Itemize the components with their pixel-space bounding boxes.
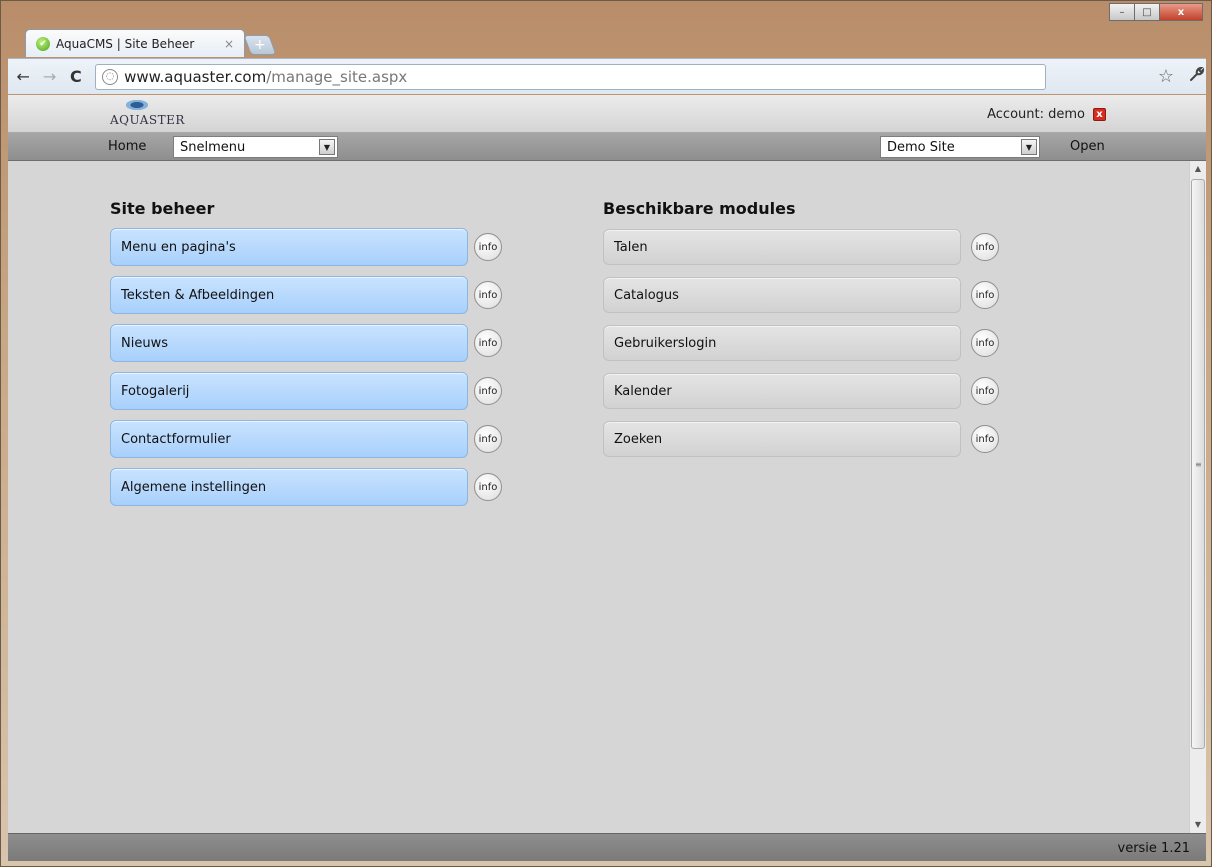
- grip-icon: ≡: [1195, 460, 1202, 469]
- quick-menu-select[interactable]: Snelmenu ▼: [173, 136, 338, 158]
- browser-tab[interactable]: ✔ AquaCMS | Site Beheer ×: [25, 29, 245, 57]
- list-item: Menu en pagina's info: [110, 228, 502, 266]
- list-item: Fotogalerij info: [110, 372, 502, 410]
- info-button[interactable]: info: [971, 233, 999, 261]
- account-label: Account: demo: [987, 107, 1085, 122]
- browser-toolbar: ← → C ◌ www.aquaster.com/manage_site.asp…: [8, 58, 1206, 94]
- list-item: Gebruikerslogin info: [603, 324, 999, 362]
- url-path: /manage_site.aspx: [266, 67, 408, 86]
- contact-form-button[interactable]: Contactformulier: [110, 420, 468, 458]
- texts-images-button[interactable]: Teksten & Afbeeldingen: [110, 276, 468, 314]
- site-beheer-section: Site beheer Menu en pagina's info Tekste…: [110, 199, 502, 516]
- info-button[interactable]: info: [474, 329, 502, 357]
- new-tab-button[interactable]: +: [243, 35, 277, 55]
- favicon-check-icon: ✔: [36, 36, 50, 51]
- info-button[interactable]: info: [474, 281, 502, 309]
- section-title: Site beheer: [110, 199, 215, 218]
- photo-gallery-button[interactable]: Fotogalerij: [110, 372, 468, 410]
- info-button[interactable]: info: [971, 329, 999, 357]
- info-button[interactable]: info: [474, 425, 502, 453]
- tab-close-icon[interactable]: ×: [224, 37, 234, 51]
- eye-logo-icon: [124, 99, 150, 111]
- address-bar[interactable]: ◌ www.aquaster.com/manage_site.aspx: [95, 63, 1046, 90]
- cms-footer: versie 1.21: [8, 833, 1206, 861]
- account-info: Account: demo x: [987, 107, 1106, 122]
- quick-menu-value: Snelmenu: [180, 139, 246, 155]
- menu-pages-button[interactable]: Menu en pagina's: [110, 228, 468, 266]
- chevron-down-icon: ▼: [319, 139, 335, 155]
- url-host: www.aquaster.com: [124, 67, 267, 86]
- general-settings-button[interactable]: Algemene instellingen: [110, 468, 468, 506]
- logo-text: AQUASTER: [110, 113, 185, 127]
- search-module-button[interactable]: Zoeken: [603, 421, 961, 457]
- languages-module-button[interactable]: Talen: [603, 229, 961, 265]
- info-button[interactable]: info: [474, 233, 502, 261]
- list-item: Contactformulier info: [110, 420, 502, 458]
- page-content: AQUASTER Account: demo x Home Snelmenu ▼…: [8, 95, 1206, 861]
- version-label: versie 1.21: [1117, 841, 1191, 856]
- minimize-button[interactable]: –: [1109, 3, 1135, 21]
- list-item: Nieuws info: [110, 324, 502, 362]
- list-item: Teksten & Afbeeldingen info: [110, 276, 502, 314]
- info-button[interactable]: info: [474, 473, 502, 501]
- list-item: Catalogus info: [603, 276, 999, 314]
- wrench-icon[interactable]: [1188, 65, 1206, 88]
- info-button[interactable]: info: [971, 377, 999, 405]
- scroll-down-arrow-icon[interactable]: ▼: [1190, 817, 1206, 833]
- catalog-module-button[interactable]: Catalogus: [603, 277, 961, 313]
- cms-header: AQUASTER Account: demo x: [8, 95, 1206, 133]
- calendar-module-button[interactable]: Kalender: [603, 373, 961, 409]
- user-login-module-button[interactable]: Gebruikerslogin: [603, 325, 961, 361]
- info-button[interactable]: info: [971, 425, 999, 453]
- bookmark-star-icon[interactable]: ☆: [1158, 66, 1174, 87]
- list-item: Algemene instellingen info: [110, 468, 502, 506]
- window-close-button[interactable]: x: [1159, 3, 1203, 21]
- site-select-value: Demo Site: [887, 139, 955, 155]
- info-button[interactable]: info: [474, 377, 502, 405]
- logout-icon[interactable]: x: [1093, 108, 1106, 121]
- forward-arrow-icon[interactable]: →: [38, 67, 60, 86]
- cms-menubar: Home Snelmenu ▼ Demo Site ▼ Open: [8, 133, 1206, 161]
- back-arrow-icon[interactable]: ←: [12, 67, 34, 86]
- list-item: Talen info: [603, 228, 999, 266]
- globe-icon: ◌: [102, 68, 119, 85]
- scroll-thumb[interactable]: ≡: [1191, 179, 1205, 749]
- plus-icon: +: [254, 37, 266, 53]
- aquaster-logo: AQUASTER: [110, 99, 185, 129]
- list-item: Kalender info: [603, 372, 999, 410]
- chevron-down-icon: ▼: [1021, 139, 1037, 155]
- reload-icon[interactable]: C: [65, 67, 87, 86]
- home-link[interactable]: Home: [108, 139, 146, 154]
- tab-title: AquaCMS | Site Beheer: [56, 36, 195, 51]
- window-controls: – □ x: [1109, 3, 1203, 21]
- modules-section: Beschikbare modules Talen info Catalogus…: [603, 199, 999, 468]
- browser-window: – □ x ✔ AquaCMS | Site Beheer × + ← → C …: [0, 0, 1212, 867]
- vertical-scrollbar[interactable]: ▲ ≡ ▼: [1189, 161, 1206, 833]
- news-button[interactable]: Nieuws: [110, 324, 468, 362]
- site-select[interactable]: Demo Site ▼: [880, 136, 1040, 158]
- list-item: Zoeken info: [603, 420, 999, 458]
- open-site-link[interactable]: Open: [1070, 139, 1105, 154]
- scroll-up-arrow-icon[interactable]: ▲: [1190, 161, 1206, 177]
- maximize-button[interactable]: □: [1134, 3, 1160, 21]
- section-title: Beschikbare modules: [603, 199, 796, 218]
- info-button[interactable]: info: [971, 281, 999, 309]
